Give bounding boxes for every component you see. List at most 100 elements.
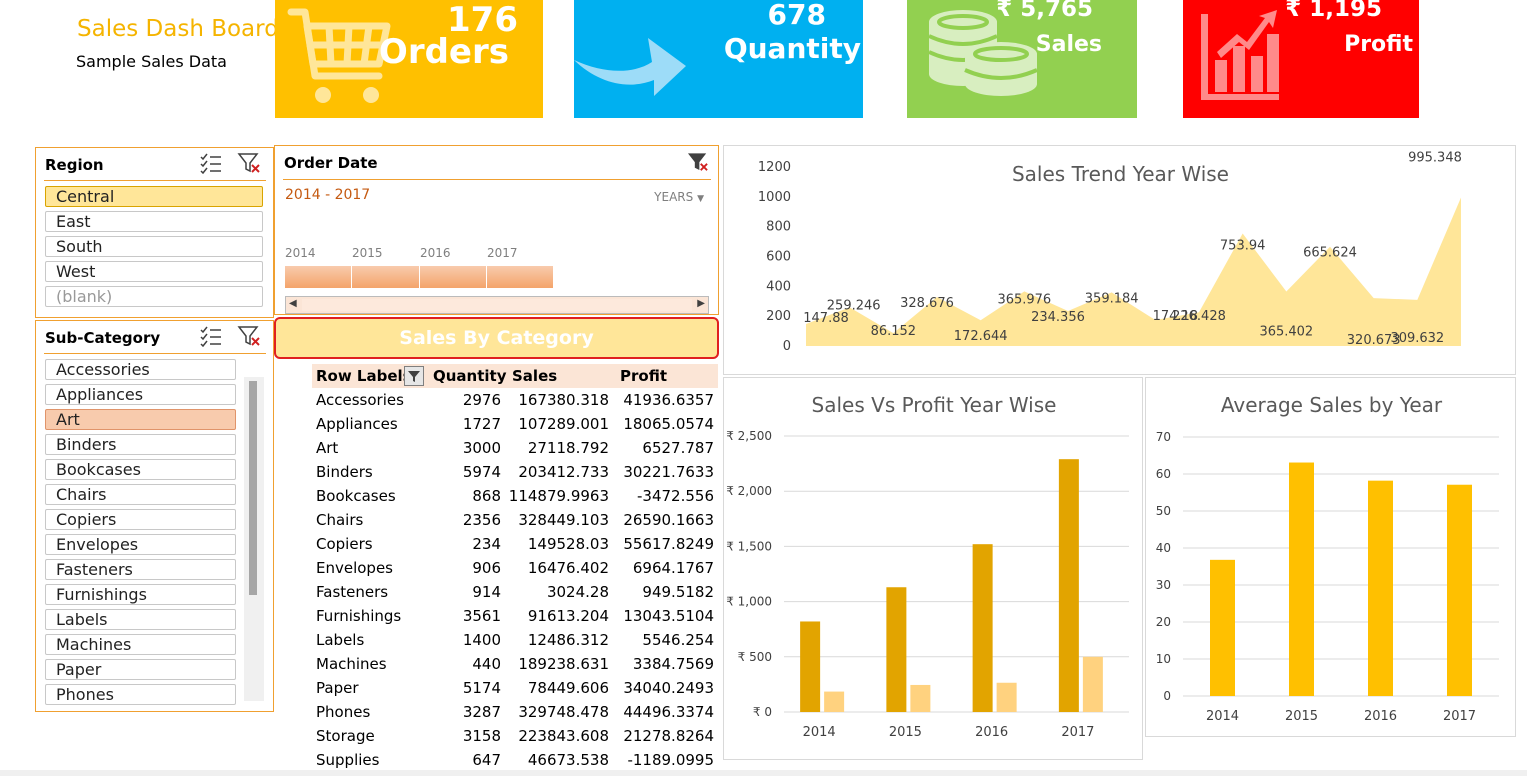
pivot-cell-label: Labels [316,631,365,649]
x-tick-label: 2015 [889,725,922,740]
pivot-cell-quantity: 5174 [462,679,501,697]
region-slicer: Region Central East South West (blank) [35,147,274,318]
timeline-bar-2017[interactable] [487,266,554,288]
slicer-item[interactable]: Copiers [45,509,236,530]
slicer-item[interactable]: South [45,236,263,257]
sales-vs-profit-plot: ₹ 0 ₹ 500 ₹ 1,000 ₹ 1,500 ₹ 2,000 ₹ 2,500 2014… [726,429,1129,740]
timeline-bar-2015[interactable] [352,266,420,288]
timeline-scrollbar[interactable]: ◀ ▶ [285,296,709,314]
bar-series-1 [800,621,821,712]
pivot-cell-profit: 21278.8264 [623,727,714,745]
y-tick-label: 200 [766,309,791,324]
arrow-icon [574,38,686,96]
bar-series-2 [996,682,1017,712]
pivot-cell-profit: 26590.1663 [623,511,714,529]
slicer-item[interactable]: Phones [45,684,236,705]
slicer-item[interactable]: East [45,211,263,232]
clear-filter-icon[interactable] [687,152,709,172]
pivot-header-profit: Profit [620,367,667,385]
y-tick-label: ₹ 2,000 [726,484,772,498]
pivot-cell-quantity: 914 [472,583,501,601]
slicer-item[interactable]: West [45,261,263,282]
scroll-right-icon[interactable]: ▶ [697,298,705,309]
pivot-cell-quantity: 647 [472,751,501,769]
quantity-value: 678 [767,0,826,31]
y-tick-label: 70 [1156,430,1171,444]
data-label: 226.428 [1172,309,1226,324]
y-tick-label: 50 [1156,504,1171,518]
slicer-scrollbar-thumb[interactable] [249,381,257,595]
slicer-item[interactable]: Central [45,186,263,207]
pivot-cell-sales: 328449.103 [518,511,609,529]
slicer-item[interactable]: Labels [45,609,236,630]
scroll-left-icon[interactable]: ◀ [289,298,297,309]
timeline-bar-2016[interactable] [420,266,487,288]
clear-filter-icon[interactable] [237,152,261,174]
slicer-item[interactable]: Art [45,409,236,430]
pivot-cell-sales: 46673.538 [527,751,609,769]
pivot-cell-profit: 55617.8249 [623,535,714,553]
timeline-year-label: 2016 [420,246,451,260]
slicer-item[interactable]: Fasteners [45,559,236,580]
average-sales-chart: Average Sales by Year 0 10 20 30 40 50 60 70 201… [1145,377,1516,737]
kpi-quantity-card: 678 Quantity [574,0,863,118]
bar [1210,559,1235,696]
y-tick-label: 1000 [758,190,791,205]
timeline-year-label: 2015 [352,246,383,260]
data-label: 365.402 [1259,324,1313,339]
pivot-cell-profit: 5546.254 [642,631,714,649]
data-label: 172.644 [954,329,1008,344]
y-tick-label: 0 [783,339,791,354]
slicer-item[interactable]: Appliances [45,384,236,405]
pivot-cell-quantity: 3287 [462,703,501,721]
sheet-horizontal-scrollbar[interactable] [0,770,1527,776]
timeline-bar-2014[interactable] [285,266,352,288]
y-tick-label: ₹ 1,500 [726,539,772,553]
bar-series-1 [972,544,993,712]
slicer-item[interactable]: Paper [45,659,236,680]
y-tick-label: ₹ 1,000 [726,595,772,609]
slicer-item[interactable]: Chairs [45,484,236,505]
data-label: 753.94 [1220,239,1266,254]
pivot-cell-label: Copiers [316,535,373,553]
slicer-item[interactable]: Bookcases [45,459,236,480]
pivot-cell-profit: 6527.787 [642,439,714,457]
pivot-cell-sales: 78449.606 [527,679,609,697]
multi-select-icon[interactable] [199,325,223,347]
slicer-item[interactable]: (blank) [45,286,263,307]
slicer-item[interactable]: Binders [45,434,236,455]
pivot-cell-profit: 13043.5104 [623,607,714,625]
multi-select-icon[interactable] [199,152,223,174]
pivot-cell-quantity: 2356 [462,511,501,529]
pivot-cell-profit: 949.5182 [642,583,714,601]
timeline-level-label: YEARS [654,190,694,204]
slicer-item[interactable]: Accessories [45,359,236,380]
timeline-year-label: 2017 [487,246,518,260]
profit-label: Profit [1344,32,1413,57]
pivot-cell-sales: 329748.478 [518,703,609,721]
pivot-cell-profit: 3384.7569 [632,655,714,673]
x-tick-label: 2014 [1206,709,1239,724]
pivot-cell-profit: 34040.2493 [623,679,714,697]
pivot-cell-sales: 114879.9963 [508,487,609,505]
kpi-sales-card: ₹ 5,765 Sales [907,0,1137,118]
slicer-item[interactable]: Machines [45,634,236,655]
y-tick-label: 1200 [758,160,791,175]
y-tick-label: 400 [766,279,791,294]
pivot-cell-sales: 107289.001 [518,415,609,433]
clear-filter-icon[interactable] [237,325,261,347]
quantity-label: Quantity [723,32,861,65]
y-tick-label: ₹ 0 [753,705,772,719]
pivot-cell-label: Machines [316,655,387,673]
x-tick-label: 2017 [1061,725,1094,740]
pivot-cell-sales: 167380.318 [518,391,609,409]
data-label: 328.676 [900,296,954,311]
slicer-item[interactable]: Envelopes [45,534,236,555]
slicer-item[interactable]: Furnishings [45,584,236,605]
pivot-filter-button[interactable] [404,366,424,386]
timeline-level-dropdown[interactable]: YEARS ▼ [654,190,704,204]
pivot-cell-quantity: 440 [472,655,501,673]
pivot-cell-quantity: 868 [472,487,501,505]
pivot-cell-label: Chairs [316,511,364,529]
pivot-cell-label: Phones [316,703,371,721]
